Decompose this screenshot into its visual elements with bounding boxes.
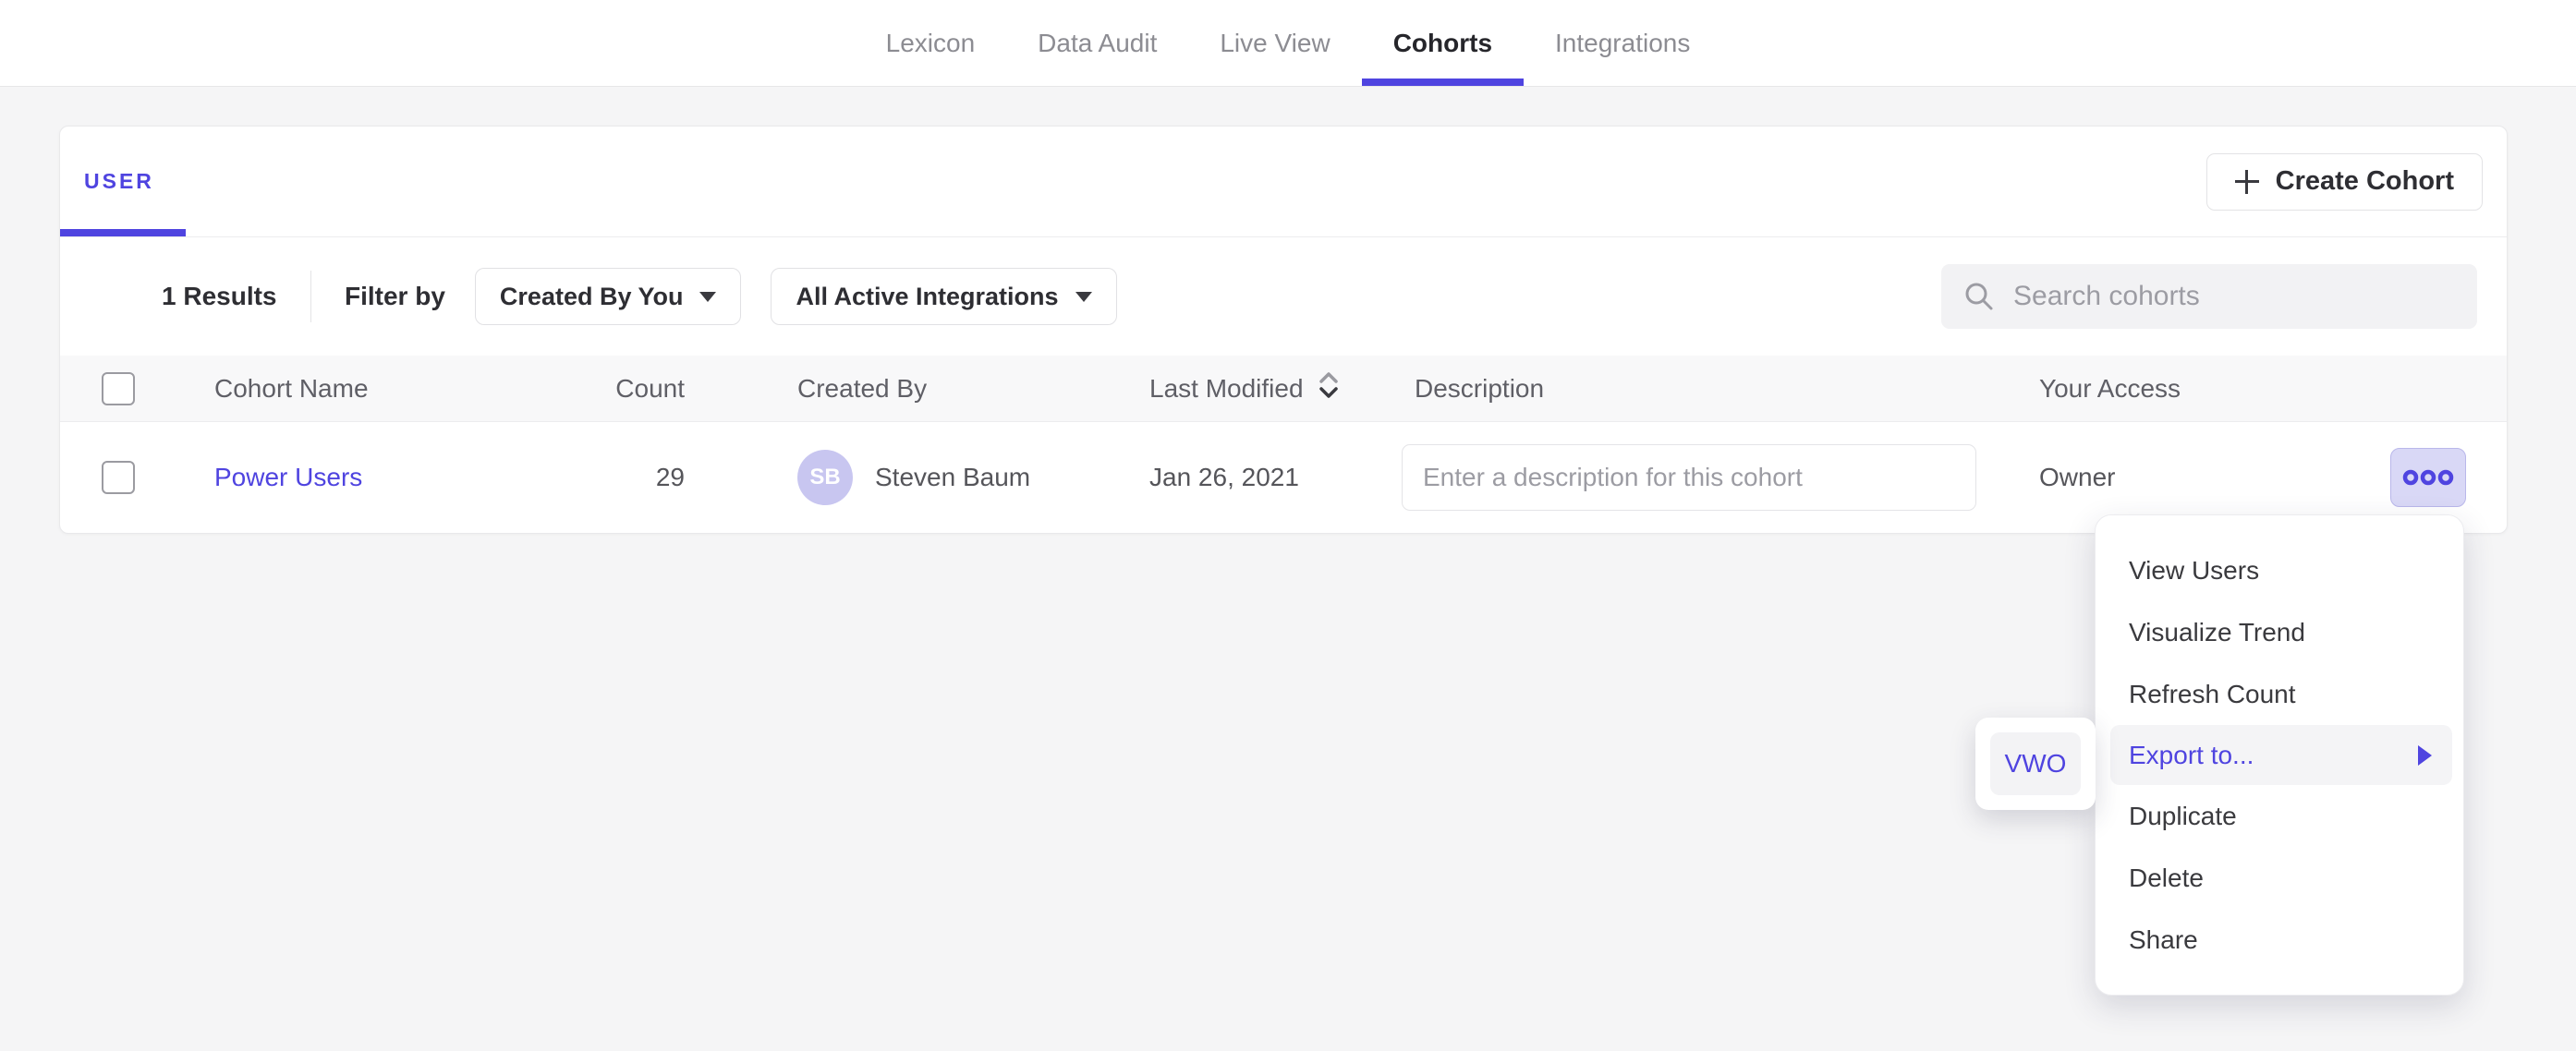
menu-item-share[interactable]: Share [2096,909,2463,971]
top-navigation: Lexicon Data Audit Live View Cohorts Int… [855,0,1722,86]
created-by-name: Steven Baum [875,463,1030,492]
triangle-right-icon [2418,745,2432,766]
header-cohort-name: Cohort Name [171,374,457,404]
nav-item-lexicon[interactable]: Lexicon [855,0,1007,86]
header-created-by: Created By [688,374,1149,404]
nav-item-integrations[interactable]: Integrations [1524,0,1721,86]
table-header: Cohort Name Count Created By Last Modifi… [60,356,2507,422]
row-actions-menu: View Users Visualize Trend Refresh Count… [2095,514,2464,996]
menu-item-duplicate[interactable]: Duplicate [2096,785,2463,847]
your-access-cell: Owner [2039,448,2507,507]
cohort-name-cell: Power Users [171,463,457,492]
integrations-dropdown-label: All Active Integrations [796,283,1058,311]
chevron-down-icon [1075,292,1092,302]
menu-item-delete[interactable]: Delete [2096,847,2463,909]
export-to-label: Export to... [2129,741,2254,770]
search-icon [1963,281,1995,312]
integrations-dropdown[interactable]: All Active Integrations [771,268,1116,325]
tab-user[interactable]: USER [60,127,186,236]
row-checkbox[interactable] [102,461,135,494]
create-cohort-button[interactable]: Create Cohort [2206,153,2483,211]
menu-item-refresh-count[interactable]: Refresh Count [2096,663,2463,725]
nav-item-data-audit[interactable]: Data Audit [1006,0,1188,86]
create-cohort-label: Create Cohort [2276,166,2454,197]
nav-item-cohorts[interactable]: Cohorts [1362,0,1524,86]
header-last-modified[interactable]: Last Modified [1149,369,1402,407]
sort-icon[interactable] [1317,369,1341,407]
vertical-divider [310,271,312,322]
search-cohorts-input[interactable] [2013,281,2455,312]
chevron-down-icon [699,292,716,302]
submenu-item-vwo[interactable]: VWO [1990,732,2081,795]
results-count: 1 Results [162,282,277,311]
filter-row: 1 Results Filter by Created By You All A… [60,237,2507,356]
created-by-dropdown-label: Created By You [500,283,684,311]
cohorts-panel: USER Create Cohort 1 Results Filter by C… [59,126,2508,534]
access-level: Owner [2039,463,2115,492]
cohort-count: 29 [457,463,688,492]
export-submenu: VWO [1975,718,2096,810]
more-actions-button[interactable] [2390,448,2466,507]
description-input[interactable] [1402,444,1976,511]
header-checkbox-cell [60,372,171,405]
nav-item-live-view[interactable]: Live View [1188,0,1361,86]
plus-icon [2235,170,2259,194]
created-by-cell: SB Steven Baum [688,450,1149,505]
more-dots-icon [2401,467,2455,488]
select-all-checkbox[interactable] [102,372,135,405]
menu-item-export-to[interactable]: Export to... [2110,725,2452,785]
cohort-name-link[interactable]: Power Users [214,463,362,491]
header-description: Description [1402,374,2039,404]
row-checkbox-cell [60,461,171,494]
header-count: Count [457,374,688,404]
created-by-dropdown[interactable]: Created By You [475,268,742,325]
description-cell [1402,444,2039,511]
search-cohorts-box[interactable] [1941,264,2477,329]
tabs-row: USER Create Cohort [60,127,2507,237]
filter-by-label: Filter by [345,282,445,311]
header-your-access: Your Access [2039,374,2507,404]
last-modified-date: Jan 26, 2021 [1149,463,1402,492]
menu-item-view-users[interactable]: View Users [2096,539,2463,601]
avatar: SB [797,450,853,505]
menu-item-visualize-trend[interactable]: Visualize Trend [2096,601,2463,663]
top-bar: Lexicon Data Audit Live View Cohorts Int… [0,0,2576,87]
